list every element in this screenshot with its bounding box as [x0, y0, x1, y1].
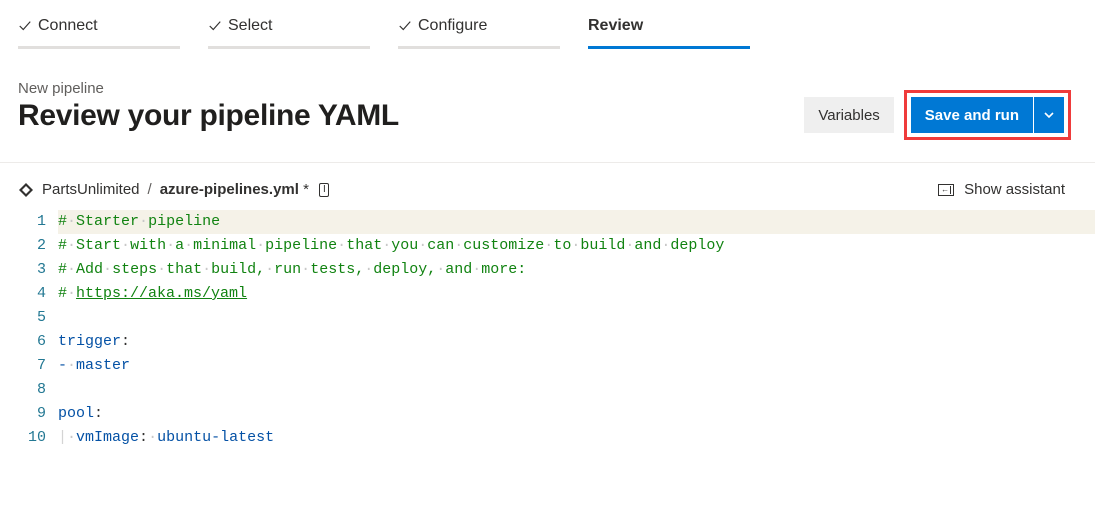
- wizard-step-label: Configure: [418, 17, 487, 35]
- repo-icon: [18, 182, 34, 198]
- line-number: 8: [10, 378, 46, 402]
- check-icon: [208, 19, 222, 33]
- code-line[interactable]: #·Start·with·a·minimal·pipeline·that·you…: [58, 234, 1095, 258]
- rename-icon[interactable]: I: [319, 183, 329, 197]
- page-subtitle: New pipeline: [18, 80, 399, 97]
- header-actions: Variables Save and run: [804, 90, 1071, 140]
- yaml-key: trigger: [58, 333, 121, 350]
- line-number: 5: [10, 306, 46, 330]
- wizard-step-label: Review: [588, 17, 643, 35]
- editor-gutter: 12345678910: [10, 210, 58, 450]
- yaml-value: master: [76, 357, 130, 374]
- file-bar: PartsUnlimited / azure-pipelines.yml * I…: [0, 163, 1095, 210]
- code-line[interactable]: #·Starter·pipeline: [58, 210, 1095, 234]
- line-number: 2: [10, 234, 46, 258]
- code-line[interactable]: -·master: [58, 354, 1095, 378]
- wizard-step-review[interactable]: Review: [570, 6, 760, 49]
- line-number: 7: [10, 354, 46, 378]
- yaml-value: ubuntu-latest: [157, 429, 274, 446]
- check-icon: [18, 19, 32, 33]
- code-line[interactable]: |·vmImage:·ubuntu-latest: [58, 426, 1095, 450]
- code-line[interactable]: pool:: [58, 402, 1095, 426]
- wizard-step-connect[interactable]: Connect: [0, 6, 190, 49]
- wizard-step-label: Select: [228, 17, 272, 35]
- line-number: 4: [10, 282, 46, 306]
- show-assistant-label: Show assistant: [964, 181, 1065, 198]
- wizard-step-select[interactable]: Select: [190, 6, 380, 49]
- line-number: 6: [10, 330, 46, 354]
- wizard-step-indicator: [208, 46, 370, 49]
- check-icon: [398, 19, 412, 33]
- page-title: Review your pipeline YAML: [18, 99, 399, 133]
- code-line[interactable]: #·Add·steps·that·build,·run·tests,·deplo…: [58, 258, 1095, 282]
- wizard-step-indicator: [588, 46, 750, 49]
- modified-indicator: *: [303, 181, 309, 198]
- save-and-run-highlight: Save and run: [904, 90, 1071, 140]
- show-assistant-button[interactable]: ← Show assistant: [938, 181, 1065, 198]
- wizard-step-label: Connect: [38, 17, 98, 35]
- code-line[interactable]: [58, 306, 1095, 330]
- yaml-key: pool: [58, 405, 94, 422]
- code-line[interactable]: trigger:: [58, 330, 1095, 354]
- panel-icon: ←: [938, 184, 954, 196]
- line-number: 1: [10, 210, 46, 234]
- editor-code[interactable]: #·Starter·pipeline#·Start·with·a·minimal…: [58, 210, 1095, 450]
- line-number: 3: [10, 258, 46, 282]
- page-header: New pipeline Review your pipeline YAML V…: [0, 50, 1095, 163]
- wizard-step-configure[interactable]: Configure: [380, 6, 570, 49]
- save-and-run-button[interactable]: Save and run: [911, 97, 1033, 133]
- yaml-editor[interactable]: 12345678910 #·Starter·pipeline#·Start·wi…: [0, 210, 1095, 450]
- breadcrumb-sep: /: [148, 181, 152, 198]
- code-line[interactable]: [58, 378, 1095, 402]
- wizard-step-indicator: [18, 46, 180, 49]
- breadcrumb-repo[interactable]: PartsUnlimited: [42, 181, 140, 198]
- line-number: 10: [10, 426, 46, 450]
- wizard-step-indicator: [398, 46, 560, 49]
- comment-link: https://aka.ms/yaml: [76, 285, 247, 302]
- save-and-run-dropdown[interactable]: [1034, 97, 1064, 133]
- breadcrumb: PartsUnlimited / azure-pipelines.yml * I: [18, 181, 329, 198]
- line-number: 9: [10, 402, 46, 426]
- yaml-key: vmImage: [76, 429, 139, 446]
- wizard-steps: Connect Select Configure Review: [0, 0, 1095, 50]
- code-line[interactable]: #·https://aka.ms/yaml: [58, 282, 1095, 306]
- breadcrumb-filename: azure-pipelines.yml *: [160, 181, 309, 198]
- variables-button[interactable]: Variables: [804, 97, 893, 133]
- chevron-down-icon: [1043, 109, 1055, 121]
